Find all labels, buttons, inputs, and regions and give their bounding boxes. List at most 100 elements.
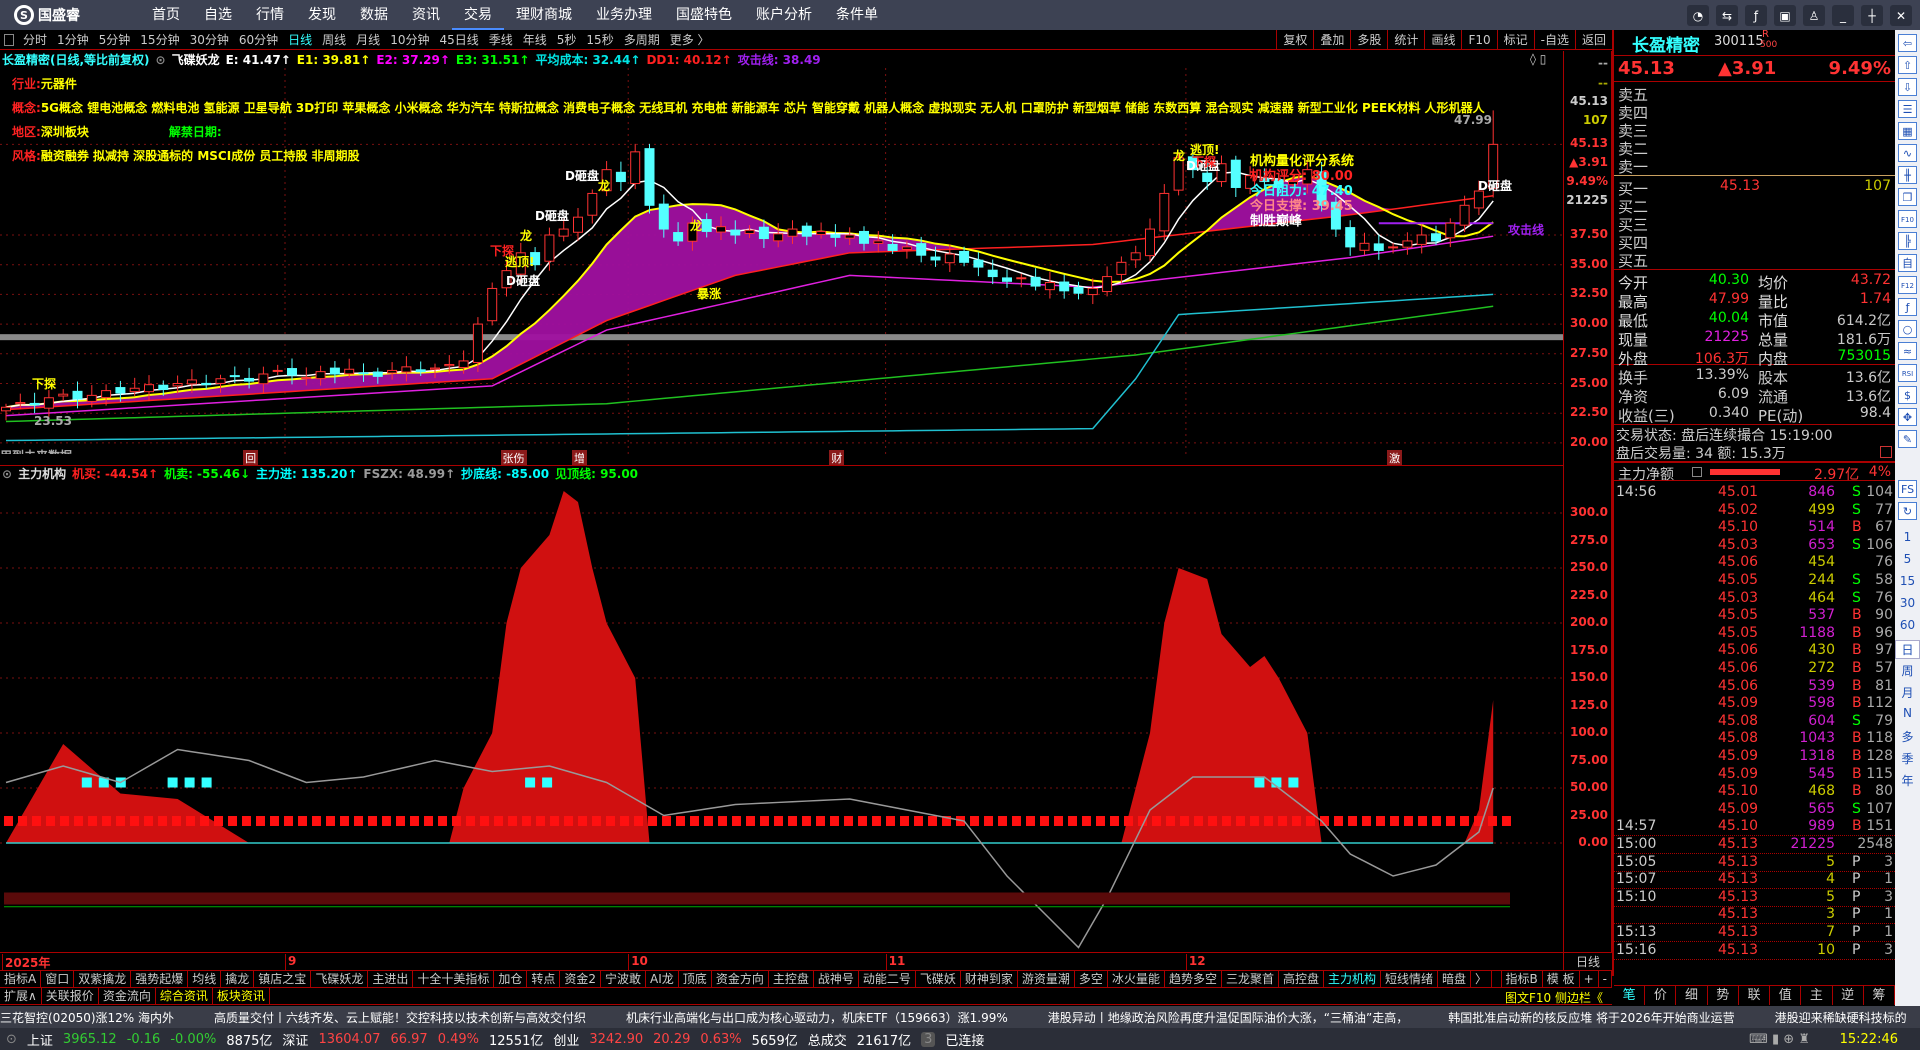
panel-toggle-icon[interactable] [4,33,14,46]
f12-icon[interactable]: F12 [1898,276,1917,294]
indicator-tab[interactable]: 资金方向 [712,971,769,987]
sidebar-period-多[interactable]: 多 [1895,728,1920,745]
chart-tool-1[interactable]: 叠加 [1313,30,1350,50]
self-select-icon[interactable]: 自 [1898,254,1917,272]
fs-icon[interactable]: FS [1898,480,1917,498]
detail-tab[interactable]: 值 [1770,986,1802,1005]
tree-icon[interactable]: ╠ [1898,232,1917,250]
indicator-tab-tool[interactable]: - [1599,971,1612,987]
window-icon[interactable]: ❐ [1898,188,1917,206]
news-item[interactable]: 机床行业高端化与出口成为核心驱动力，机床ETF（159663）涨1.99% [626,1009,1008,1026]
grid-icon[interactable]: ▦ [1898,122,1917,140]
sidebar-period-月[interactable]: 月 [1895,684,1920,701]
detail-tab[interactable]: 笔 [1614,986,1646,1005]
period-13[interactable]: 5秒 [552,31,582,48]
f10-sidebar-toggle[interactable]: 图文F10 侧边栏《 [1505,989,1603,1006]
event-marker[interactable]: 张伤 [500,450,527,466]
detail-tab[interactable]: 筹 [1864,986,1895,1005]
tick-list[interactable]: 14:56 45.01 846 S 104 45.02 499 S 77 45.10 514 B 67 4… [1614,482,1895,982]
event-marker[interactable]: 财 [829,450,845,466]
indicator-tab[interactable]: 均线 [188,971,222,987]
expand-icon[interactable]: ⊙ [6,1032,17,1047]
period-1[interactable]: 1分钟 [52,31,94,48]
skin-icon[interactable]: ♙ [1803,5,1825,26]
status-tool-icons[interactable]: ⌨ ▮ ⊕ ♜ [1749,1032,1810,1047]
indicator-tab[interactable]: 主控盘 [769,971,814,987]
indicator-tab[interactable]: 资金2 [560,971,602,987]
indicator-tab[interactable]: 游资量潮 [1018,971,1075,987]
indicator-tab[interactable]: 强势起爆 [131,971,189,987]
sidebar-period-季[interactable]: 季 [1895,750,1920,767]
monitor-icon[interactable]: ▣ [1774,5,1796,26]
chart-tool-7[interactable]: -自选 [1533,30,1575,50]
app-logo[interactable]: S 国盛睿 [14,5,80,25]
formula-icon[interactable]: ƒ [1898,298,1917,316]
menu-item-8[interactable]: 业务办理 [584,0,664,30]
indicator-dropdown-icon[interactable]: ⊙ [2,467,12,481]
money-icon[interactable]: $ [1898,386,1917,404]
indicator-tab[interactable]: AI龙 [646,971,679,987]
detail-tab[interactable]: 价 [1645,986,1677,1005]
trend-icon[interactable]: ∿ [1898,144,1917,162]
sidebar-period-N[interactable]: N [1895,706,1920,720]
indicator-tab[interactable]: 动能二号 [859,971,916,987]
formula-icon[interactable]: ƒ [1745,5,1767,26]
sidebar-period-60[interactable]: 60 [1895,618,1920,632]
period-15[interactable]: 多周期 [619,31,665,48]
close-icon[interactable]: ✕ [1890,5,1912,26]
period-label[interactable]: 日线 [1563,953,1612,971]
indicator-tab[interactable]: 飞碟妖 [916,971,961,987]
period-11[interactable]: 季线 [484,31,518,48]
menu-item-11[interactable]: 条件单 [824,0,890,30]
rsi-icon[interactable]: RSI [1898,364,1917,382]
circle-icon[interactable]: ○ [1898,320,1917,338]
menu-item-3[interactable]: 发现 [296,0,348,30]
news-item[interactable]: 三花智控(02050)涨12% 海内外 [0,1009,174,1026]
indicator-tab[interactable]: 暗盘 [1438,971,1472,987]
chart-tool-0[interactable]: 复权 [1276,30,1313,50]
extension-tab[interactable]: 关联报价 [42,988,99,1004]
menu-item-6[interactable]: 交易 [452,0,504,30]
move-icon[interactable]: ✥ [1898,408,1917,426]
detail-tab[interactable]: 联 [1739,986,1771,1005]
refresh-icon[interactable]: ↻ [1898,502,1917,520]
menu-item-10[interactable]: 账户分析 [744,0,824,30]
news-item[interactable]: 韩国批准启动新的核反应堆 将于2026年开始商业运营 [1448,1009,1734,1026]
indicator-tab-tool[interactable]: 指标B [1502,971,1543,987]
sidebar-period-30[interactable]: 30 [1895,596,1920,610]
indicator-tab[interactable]: 转点 [527,971,561,987]
indicator-tab[interactable]: 十全十美指标 [413,971,495,987]
indicator-tab[interactable]: 〉 [1471,971,1493,987]
indicator-dropdown-icon[interactable]: ⊙ [156,53,166,67]
period-7[interactable]: 周线 [317,31,351,48]
news-item[interactable]: 港股迎来稀缺硬科技标的 [1775,1009,1907,1026]
indicator-tab[interactable]: 趋势多空 [1165,971,1222,987]
menu-item-0[interactable]: 首页 [140,0,192,30]
indicator-tab[interactable]: 指标A [0,971,42,987]
indicator-tab-tool[interactable]: 模 板 [1543,971,1580,987]
indicator-tab[interactable]: 高控盘 [1279,971,1324,987]
period-4[interactable]: 30分钟 [185,31,234,48]
menu-item-1[interactable]: 自选 [192,0,244,30]
menu-item-9[interactable]: 国盛特色 [664,0,744,30]
period-8[interactable]: 月线 [351,31,385,48]
sidebar-period-年[interactable]: 年 [1895,772,1920,789]
sidebar-period-15[interactable]: 15 [1895,574,1920,588]
indicator-tab[interactable]: 财神到家 [961,971,1018,987]
sidebar-period-1[interactable]: 1 [1895,530,1920,544]
menu-item-5[interactable]: 资讯 [400,0,452,30]
indicator-tab-tool[interactable]: + [1580,971,1599,987]
connection-status[interactable]: 已连接 [945,1030,984,1049]
down-arrow-icon[interactable]: ⇩ [1898,78,1917,96]
menu-item-2[interactable]: 行情 [244,0,296,30]
period-0[interactable]: 分时 [18,31,52,48]
indicator-tab[interactable]: 战神号 [814,971,859,987]
news-item[interactable]: 高质量交付丨六线齐发、云上赋能！交控科技以技术创新与高效交付织 [214,1009,586,1026]
list-icon[interactable] [1692,467,1702,477]
period-14[interactable]: 15秒 [581,31,618,48]
chart-corner-icons[interactable]: ◊ ▯ [1530,52,1546,66]
sidebar-period-日[interactable]: 日 [1895,640,1920,659]
period-12[interactable]: 年线 [518,31,552,48]
f10-icon[interactable]: F10 [1898,210,1917,228]
kline-icon[interactable]: ╫ [1898,166,1917,184]
